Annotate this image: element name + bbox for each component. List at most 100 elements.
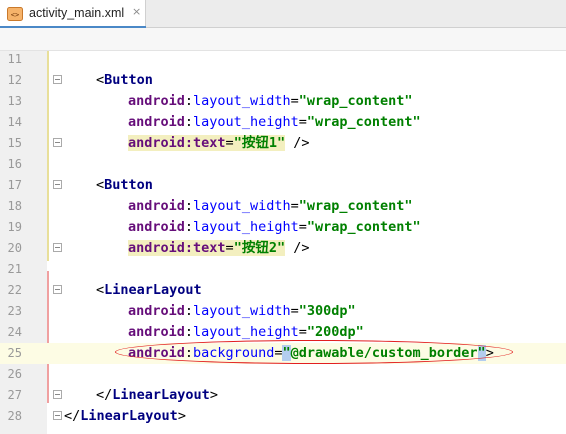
- code-text: </LinearLayout>: [96, 385, 218, 406]
- editor-tab-bar: <> activity_main.xml ×: [0, 0, 566, 29]
- code-line[interactable]: 21: [0, 259, 566, 280]
- line-number: 26: [7, 367, 22, 381]
- fold-icon[interactable]: [53, 411, 62, 420]
- code-token: android: [128, 114, 185, 130]
- code-token: />: [285, 240, 310, 256]
- code-line[interactable]: 28 </LinearLayout>: [0, 406, 566, 427]
- fold-icon[interactable]: [53, 390, 62, 399]
- line-number: 25: [7, 346, 22, 360]
- annotation-ellipse: [115, 340, 513, 364]
- code-token: LinearLayout: [80, 408, 178, 424]
- code-line[interactable]: 22 <LinearLayout: [0, 280, 566, 301]
- code-text: android:text="按钮1" />: [128, 133, 309, 154]
- code-token: :: [184, 303, 194, 319]
- xml-file-icon: <>: [7, 7, 23, 21]
- code-line[interactable]: 14 android:layout_height="wrap_content": [0, 112, 566, 133]
- code-line[interactable]: 11: [0, 49, 566, 70]
- code-line[interactable]: 20 android:text="按钮2" />: [0, 238, 566, 259]
- line-number: 14: [7, 115, 22, 129]
- code-text: <Button: [96, 175, 153, 196]
- code-token: =: [298, 219, 307, 235]
- code-text: android:layout_width="wrap_content": [128, 196, 413, 217]
- code-token: Button: [104, 72, 153, 88]
- code-line[interactable]: 26: [0, 364, 566, 385]
- code-token: layout_height: [193, 114, 299, 130]
- code-token: LinearLayout: [104, 282, 202, 298]
- fold-icon[interactable]: [53, 243, 62, 252]
- code-text: android:layout_height="wrap_content": [128, 217, 421, 238]
- code-token: LinearLayout: [112, 387, 210, 403]
- close-icon[interactable]: ×: [132, 5, 141, 18]
- code-token: :: [184, 219, 194, 235]
- code-token: </: [96, 387, 113, 403]
- code-token: layout_width: [193, 93, 291, 109]
- fold-icon[interactable]: [53, 285, 62, 294]
- fold-icon[interactable]: [53, 75, 62, 84]
- fold-icon[interactable]: [53, 138, 62, 147]
- code-text: <Button: [96, 70, 153, 91]
- code-token: android: [128, 198, 185, 214]
- code-token: "按钮2": [233, 240, 286, 256]
- line-number: 19: [7, 220, 22, 234]
- code-text: android:layout_width="300dp": [128, 301, 356, 322]
- code-token: =: [225, 240, 234, 256]
- code-token: =: [225, 135, 234, 151]
- line-number: 18: [7, 199, 22, 213]
- code-token: :: [184, 114, 194, 130]
- line-number: 28: [7, 409, 22, 423]
- code-token: layout_height: [193, 324, 299, 340]
- code-token: android:text: [128, 135, 226, 151]
- tab-activity-main[interactable]: <> activity_main.xml ×: [0, 0, 146, 29]
- code-token: android: [128, 303, 185, 319]
- line-number: 13: [7, 94, 22, 108]
- code-line[interactable]: 19 android:layout_height="wrap_content": [0, 217, 566, 238]
- fold-icon[interactable]: [53, 180, 62, 189]
- code-line[interactable]: 15 android:text="按钮1" />: [0, 133, 566, 154]
- code-token: "wrap_content": [306, 219, 421, 235]
- line-number: 23: [7, 304, 22, 318]
- code-line[interactable]: 27 </LinearLayout>: [0, 385, 566, 406]
- code-token: android: [128, 324, 185, 340]
- code-text: android:text="按钮2" />: [128, 238, 309, 259]
- code-token: layout_width: [193, 303, 291, 319]
- svg-text:<>: <>: [11, 11, 19, 19]
- code-line[interactable]: 13 android:layout_width="wrap_content": [0, 91, 566, 112]
- breadcrumb-bar: [0, 28, 566, 51]
- code-token: Button: [104, 177, 153, 193]
- code-token: "wrap_content": [306, 114, 421, 130]
- code-line[interactable]: 23 android:layout_width="300dp": [0, 301, 566, 322]
- code-text: android:layout_height="wrap_content": [128, 112, 421, 133]
- code-token: layout_height: [193, 219, 299, 235]
- code-line[interactable]: 17 <Button: [0, 175, 566, 196]
- code-token: =: [290, 93, 299, 109]
- code-token: android:text: [128, 240, 226, 256]
- line-number: 12: [7, 73, 22, 87]
- code-line[interactable]: 18 android:layout_width="wrap_content": [0, 196, 566, 217]
- code-token: =: [298, 324, 307, 340]
- line-number: 15: [7, 136, 22, 150]
- code-token: <: [96, 282, 105, 298]
- code-token: "wrap_content": [298, 93, 413, 109]
- code-token: :: [184, 93, 194, 109]
- code-line[interactable]: 16: [0, 154, 566, 175]
- code-token: >: [177, 408, 186, 424]
- code-token: layout_width: [193, 198, 291, 214]
- code-text: </LinearLayout>: [64, 406, 186, 427]
- code-token: =: [298, 114, 307, 130]
- code-token: />: [285, 135, 310, 151]
- line-number: 11: [7, 52, 22, 66]
- line-number: 27: [7, 388, 22, 402]
- code-token: android: [128, 219, 185, 235]
- line-number: 21: [7, 262, 22, 276]
- code-editor[interactable]: 11 12 <Button 13 android:layout_width="wrap_…: [0, 51, 566, 434]
- code-token: >: [209, 387, 218, 403]
- code-line[interactable]: 12 <Button: [0, 70, 566, 91]
- tab-filename: activity_main.xml: [29, 6, 125, 20]
- line-number: 24: [7, 325, 22, 339]
- code-token: :: [184, 198, 194, 214]
- code-token: :: [184, 324, 194, 340]
- line-number: 17: [7, 178, 22, 192]
- code-token: =: [290, 303, 299, 319]
- code-text: <LinearLayout: [96, 280, 202, 301]
- code-text: android:layout_width="wrap_content": [128, 91, 413, 112]
